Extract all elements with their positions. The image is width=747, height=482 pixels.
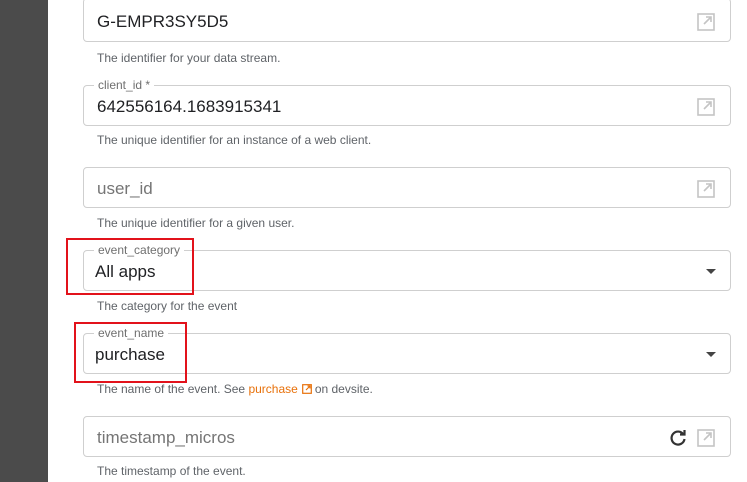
purchase-devsite-link[interactable]: purchase: [248, 382, 297, 396]
event-category-select[interactable]: event_category All apps: [83, 243, 731, 291]
event-name-label: event_name: [94, 326, 169, 340]
event-category-label: event_category: [94, 243, 185, 257]
open-external-icon[interactable]: [696, 179, 716, 199]
open-external-icon[interactable]: [696, 428, 716, 448]
open-external-icon[interactable]: [696, 12, 716, 32]
client-id-label: client_id *: [94, 78, 155, 92]
open-external-icon[interactable]: [696, 97, 716, 117]
client-id-value[interactable]: 642556164.1683915341: [97, 97, 281, 117]
event-category-value[interactable]: All apps: [95, 262, 155, 282]
timestamp-micros-helper: The timestamp of the event.: [97, 464, 246, 478]
refresh-icon[interactable]: [668, 428, 688, 448]
event-category-helper: The category for the event: [97, 299, 238, 313]
event-name-select[interactable]: event_name purchase: [83, 326, 731, 374]
client-id-field[interactable]: client_id * 642556164.1683915341: [83, 78, 731, 126]
measurement-id-field[interactable]: G-EMPR3SY5D5: [83, 0, 731, 42]
dropdown-caret-icon[interactable]: [706, 352, 716, 357]
event-name-helper-prefix: The name of the event. See: [97, 382, 246, 396]
user-id-helper: The unique identifier for a given user.: [97, 216, 295, 230]
event-name-value[interactable]: purchase: [95, 345, 165, 365]
measurement-id-value[interactable]: G-EMPR3SY5D5: [97, 12, 228, 32]
client-id-helper: The unique identifier for an instance of…: [97, 133, 372, 147]
measurement-id-helper: The identifier for your data stream.: [97, 51, 281, 65]
event-name-helper: The name of the event. See purchase on de…: [97, 382, 373, 396]
event-name-helper-suffix: on devsite.: [314, 382, 373, 396]
timestamp-micros-placeholder[interactable]: timestamp_micros: [97, 428, 235, 448]
timestamp-micros-field[interactable]: timestamp_micros: [83, 416, 731, 457]
user-id-placeholder[interactable]: user_id: [97, 179, 153, 199]
dropdown-caret-icon[interactable]: [706, 269, 716, 274]
external-link-icon[interactable]: [301, 384, 312, 394]
user-id-field[interactable]: user_id: [83, 167, 731, 208]
form-panel: [48, 0, 747, 482]
left-sidebar: [0, 0, 48, 482]
